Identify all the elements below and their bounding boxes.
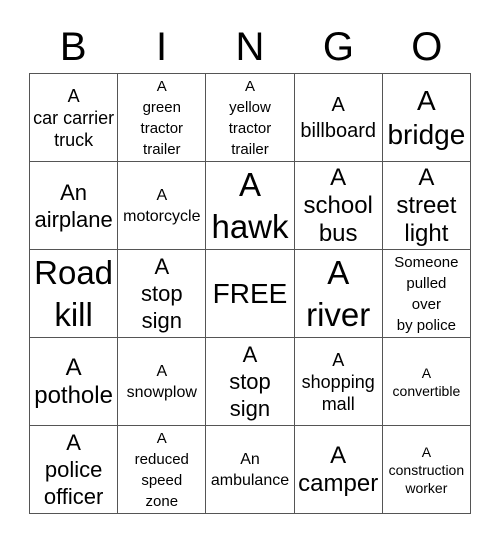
cell-text: An ambulance [210,450,290,489]
cell-text: A school bus [303,163,373,247]
cell-text: A shopping mall [301,349,375,414]
cell-text: A construction worker [388,443,465,496]
bingo-header: B I N G O [29,22,471,72]
bingo-cell[interactable]: A convertible [382,338,471,426]
header-letter-n: N [235,25,265,69]
bingo-cell[interactable]: A hawk [206,162,295,250]
bingo-cell[interactable]: A stop sign [206,338,295,426]
cell-text: Someone pulled over by police [394,253,459,334]
header-letter-b: B [59,25,87,69]
bingo-cell[interactable]: A camper [294,426,383,514]
header-letter-i: I [156,25,168,69]
cell-text: A yellow tractor trailer [228,77,272,158]
cell-text: A street light [396,163,457,247]
cell-text: A snowplow [126,362,197,401]
bingo-grid: A car carrier truck A green tractor trai… [29,73,471,514]
cell-text: A stop sign [140,254,183,333]
bingo-cell[interactable]: A snowplow [118,338,207,426]
cell-text: A billboard [300,93,376,142]
cell-text: An airplane [34,179,113,232]
cell-text: A motorcycle [123,186,201,225]
cell-text: A pothole [34,353,113,409]
cell-text: Road kill [34,253,114,333]
bingo-cell[interactable]: A motorcycle [118,162,207,250]
cell-text: A river [306,253,371,333]
cell-text: A convertible [392,364,461,399]
bingo-cell[interactable]: An airplane [30,162,119,250]
cell-text: A police officer [43,430,104,509]
bingo-cell[interactable]: A construction worker [382,426,471,514]
bingo-cell[interactable]: A reduced speed zone [118,426,207,514]
header-letter-g: G [322,25,354,69]
bingo-cell[interactable]: A river [294,250,383,338]
bingo-cell free-space[interactable]: FREE [206,250,295,338]
bingo-cell[interactable]: A car carrier truck [30,74,119,162]
header-letter-o: O [411,25,443,69]
bingo-cell[interactable]: A green tractor trailer [118,74,207,162]
bingo-cell[interactable]: Someone pulled over by police [382,250,471,338]
bingo-cell[interactable]: A stop sign [118,250,207,338]
bingo-cell[interactable]: A yellow tractor trailer [206,74,295,162]
cell-text: A stop sign [229,342,271,421]
cell-text: A camper [298,441,379,497]
bingo-cell[interactable]: A shopping mall [294,338,383,426]
cell-text: A green tractor trailer [140,77,184,158]
cell-text: A bridge [387,84,466,150]
cell-text: A reduced speed zone [134,429,189,510]
bingo-cell[interactable]: Road kill [30,250,119,338]
bingo-cell[interactable]: A pothole [30,338,119,426]
bingo-cell[interactable]: A school bus [294,162,383,250]
cell-text: A car carrier truck [33,85,115,150]
cell-text: A hawk [211,165,289,245]
cell-text: FREE [212,277,288,309]
bingo-cell[interactable]: A billboard [294,74,383,162]
bingo-cell[interactable]: An ambulance [206,426,295,514]
bingo-cell[interactable]: A police officer [30,426,119,514]
bingo-cell[interactable]: A bridge [382,74,471,162]
bingo-cell[interactable]: A street light [382,162,471,250]
